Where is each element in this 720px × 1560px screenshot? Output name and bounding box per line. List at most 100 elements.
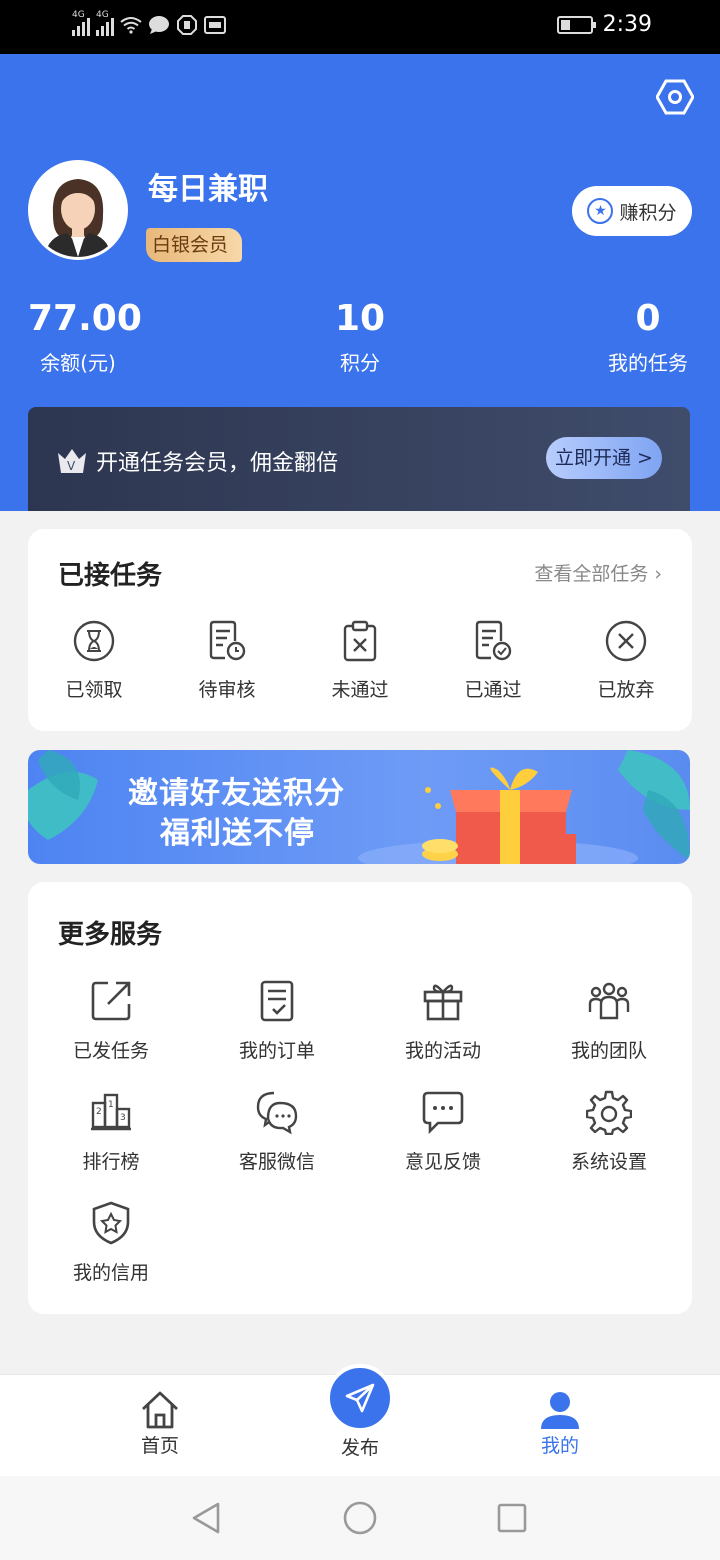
rejected-icon (343, 620, 377, 662)
service-my-credit[interactable]: 我的信用 (51, 1200, 171, 1285)
nav-mine[interactable]: 我的 (500, 1389, 620, 1458)
service-ranking[interactable]: 12 3 排行榜 (51, 1089, 171, 1174)
task-pending-label: 待审核 (198, 679, 256, 701)
svg-text:1: 1 (108, 1100, 114, 1110)
points-stat[interactable]: 10 积分 (310, 298, 410, 376)
user-icon (541, 1392, 579, 1429)
accepted-tasks-title: 已接任务 (58, 561, 163, 591)
order-icon (260, 980, 294, 1022)
star-icon: ★ (587, 198, 614, 224)
points-label: 积分 (340, 351, 380, 375)
status-bar: 4G 4G 2:39 (0, 0, 720, 54)
service-customer-wechat-label: 客服微信 (238, 1151, 315, 1173)
service-system-settings-label: 系统设置 (570, 1151, 647, 1173)
nav-home[interactable]: 首页 (100, 1389, 220, 1458)
pending-review-icon (209, 620, 246, 661)
hms-icon (204, 14, 226, 36)
nav-publish[interactable]: 发布 (300, 1433, 420, 1460)
task-approved-label: 已通过 (464, 679, 522, 701)
view-all-tasks-label: 查看全部任务 (534, 563, 649, 585)
more-services-title: 更多服务 (58, 920, 163, 950)
nav-mine-label: 我的 (540, 1435, 579, 1457)
service-my-orders-label: 我的订单 (238, 1040, 315, 1062)
service-my-team-label: 我的团队 (570, 1040, 647, 1062)
gift-icon (423, 984, 463, 1021)
wifi-icon (120, 14, 142, 36)
task-rejected[interactable]: 未通过 (310, 619, 410, 702)
hourglass-icon (73, 620, 115, 662)
crown-icon: V (56, 447, 88, 475)
accepted-tasks-card: 已接任务 查看全部任务 › 已领取 待审核 未通过 已通过 已放弃 (28, 529, 692, 731)
nav-home-label: 首页 (140, 1435, 179, 1457)
balance-value: 77.00 (28, 298, 142, 339)
service-feedback-label: 意见反馈 (404, 1151, 481, 1173)
view-all-tasks-link[interactable]: 查看全部任务 › (534, 559, 662, 586)
signal-icon: 4G (72, 10, 90, 36)
vip-banner-text: 开通任务会员，佣金翻倍 (96, 451, 339, 476)
feedback-icon (422, 1091, 464, 1135)
service-ranking-label: 排行榜 (82, 1151, 140, 1173)
task-abandoned-label: 已放弃 (597, 679, 655, 701)
earn-points-label: 赚积分 (619, 201, 677, 224)
recents-icon[interactable] (496, 1502, 528, 1534)
network-type-label-2: 4G (96, 10, 109, 20)
service-my-credit-label: 我的信用 (72, 1262, 149, 1284)
system-navigation-bar (0, 1476, 720, 1560)
service-customer-wechat[interactable]: 客服微信 (217, 1089, 337, 1174)
svg-text:3: 3 (120, 1113, 126, 1123)
service-my-team[interactable]: 我的团队 (549, 978, 669, 1063)
balance-label: 余额(元) (40, 351, 116, 375)
chat-icon (256, 1091, 298, 1135)
more-services-card: 更多服务 已发任务 我的订单 我的活动 我的团队 12 3 排行榜 客服微信 意见… (28, 882, 692, 1314)
external-link-icon (91, 981, 131, 1021)
service-published-tasks-label: 已发任务 (72, 1040, 149, 1062)
clock: 2:39 (602, 12, 652, 37)
gear-icon (586, 1090, 632, 1135)
home-icon (142, 1391, 178, 1429)
approved-icon (475, 620, 512, 661)
task-claimed[interactable]: 已领取 (44, 619, 144, 702)
task-claimed-label: 已领取 (65, 679, 123, 701)
balance-stat[interactable]: 77.00 余额(元) (28, 298, 142, 376)
activate-vip-button[interactable]: 立即开通 > (546, 437, 662, 479)
service-published-tasks[interactable]: 已发任务 (51, 978, 171, 1063)
status-icons: 4G 4G (72, 10, 226, 36)
settings-icon[interactable] (655, 78, 695, 116)
task-abandoned[interactable]: 已放弃 (576, 619, 676, 702)
send-icon (345, 1383, 375, 1413)
publish-button[interactable] (326, 1364, 394, 1432)
svg-text:2: 2 (96, 1107, 102, 1117)
service-feedback[interactable]: 意见反馈 (383, 1089, 503, 1174)
earn-points-button[interactable]: ★ 赚积分 (572, 186, 692, 236)
svg-text:V: V (67, 459, 76, 473)
avatar[interactable] (28, 160, 128, 260)
task-approved[interactable]: 已通过 (443, 619, 543, 702)
my-tasks-stat[interactable]: 0 我的任务 (596, 298, 700, 376)
service-system-settings[interactable]: 系统设置 (549, 1089, 669, 1174)
abandoned-icon (605, 620, 647, 662)
member-level-badge: 白银会员 (146, 228, 243, 262)
service-my-activities-label: 我的活动 (404, 1040, 481, 1062)
nav-publish-label: 发布 (340, 1437, 379, 1459)
team-icon (588, 982, 630, 1020)
home-circle-icon[interactable] (342, 1500, 378, 1536)
back-icon[interactable] (190, 1501, 222, 1535)
my-tasks-label: 我的任务 (608, 351, 688, 375)
task-rejected-label: 未通过 (331, 679, 389, 701)
points-value: 10 (334, 298, 386, 339)
my-tasks-value: 0 (635, 298, 661, 339)
shield-star-icon (92, 1201, 130, 1245)
promo-line-1: 邀请好友送积分 (128, 776, 345, 811)
hand-icon (176, 14, 198, 36)
vip-banner[interactable]: V 开通任务会员，佣金翻倍 立即开通 > (28, 407, 690, 511)
task-pending[interactable]: 待审核 (177, 619, 277, 702)
username: 每日兼职 (148, 172, 268, 207)
battery-icon (556, 15, 596, 34)
invite-promo-banner[interactable]: 邀请好友送积分 福利送不停 (28, 750, 690, 864)
network-type-label: 4G (72, 10, 85, 20)
service-my-orders[interactable]: 我的订单 (217, 978, 337, 1063)
signal-icon-2: 4G (96, 10, 114, 36)
ranking-icon: 12 3 (91, 1093, 131, 1131)
service-my-activities[interactable]: 我的活动 (383, 978, 503, 1063)
promo-line-2: 福利送不停 (160, 816, 315, 851)
